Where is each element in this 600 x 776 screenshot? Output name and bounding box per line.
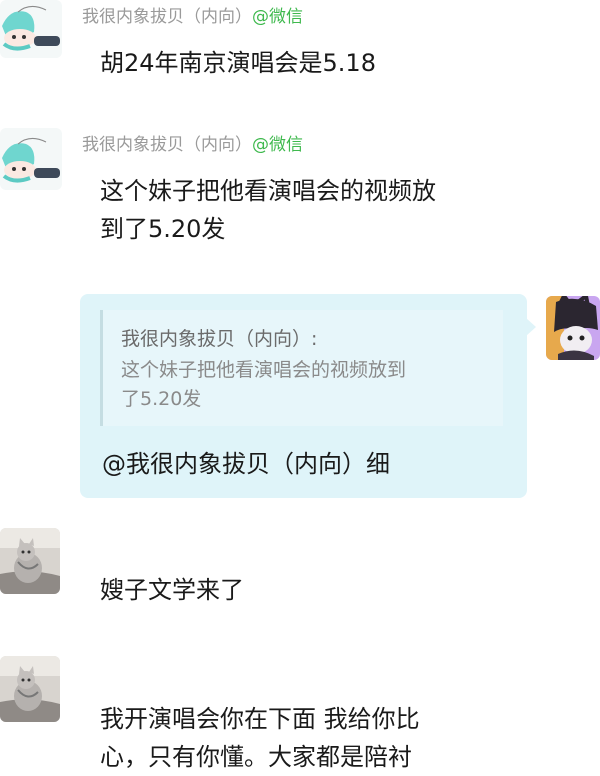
reply-text: @我很内象拔贝（内向）细	[102, 450, 390, 478]
quote-author: 我很内象拔贝（内向）:	[121, 328, 318, 350]
quote-line: 这个妹子把他看演唱会的视频放到	[121, 359, 407, 381]
message-line: 这个妹子把他看演唱会的视频放	[100, 177, 436, 205]
avatar-anime-girl[interactable]	[0, 0, 62, 58]
quoted-message[interactable]: 我很内象拔贝（内向）: 这个妹子把他看演唱会的视频放到 了5.20发	[100, 310, 503, 426]
anime-girl-lying-icon	[0, 128, 62, 190]
avatar-self[interactable]	[546, 296, 600, 360]
quote-line: 了5.20发	[121, 388, 202, 410]
avatar-cat[interactable]	[0, 656, 60, 722]
message-text: 这个妹子把他看演唱会的视频放 到了5.20发	[100, 172, 436, 248]
sender-name[interactable]: 我很内象拔贝（内向）@微信	[82, 2, 303, 27]
my-message-bubble[interactable]: 我很内象拔贝（内向）: 这个妹子把他看演唱会的视频放到 了5.20发 @我很内象…	[80, 294, 536, 498]
message-text: 胡24年南京演唱会是5.18	[100, 49, 376, 77]
cat-photo-icon	[0, 528, 60, 594]
anime-girl-lying-icon	[0, 0, 62, 58]
source-tag: @微信	[252, 135, 303, 155]
message-text: 我开演唱会你在下面 我给你比 心，只有你懂。大家都是陪衬	[100, 700, 420, 776]
source-tag: @微信	[252, 7, 303, 27]
avatar-cat[interactable]	[0, 528, 60, 594]
dark-cartoon-character-icon	[546, 296, 600, 360]
message-line: 到了5.20发	[100, 215, 226, 243]
sender-name[interactable]: 我很内象拔贝（内向）@微信	[82, 130, 303, 155]
message-line: 心，只有你懂。大家都是陪衬	[100, 743, 412, 771]
message-line: 我开演唱会你在下面 我给你比	[100, 705, 420, 733]
message-text: 嫂子文学来了	[100, 576, 244, 604]
quote-text: 这个妹子把他看演唱会的视频放到 了5.20发	[121, 356, 491, 414]
cat-photo-icon	[0, 656, 60, 722]
avatar-anime-girl[interactable]	[0, 128, 62, 190]
